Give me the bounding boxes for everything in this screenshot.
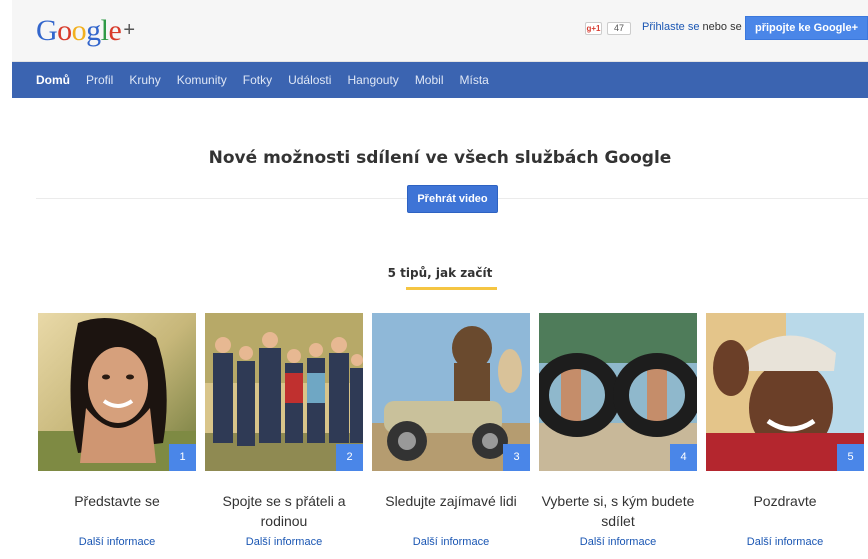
tip-card-3: 3 Sledujte zajímavé lidi Další informace — [372, 313, 530, 548]
login-link[interactable]: Přihlaste se — [642, 21, 699, 33]
plusone-widget[interactable]: g+1 47 — [585, 21, 631, 35]
inner-tubes-photo[interactable]: 4 — [539, 313, 697, 471]
tip-card-2: 2 Spojte se s přáteli a rodinou Další in… — [205, 313, 363, 548]
more-info-link[interactable]: Další informace — [38, 536, 196, 548]
tip-card-5: 5 Pozdravte Další informace — [706, 313, 864, 548]
tip-title: Sledujte zajímavé lidi — [385, 493, 517, 509]
mascots-on-motorcycle-photo[interactable]: 3 — [372, 313, 530, 471]
tip-number-badge: 4 — [670, 444, 697, 471]
tip-title: Vyberte si, s kým budete sdílet — [541, 493, 695, 529]
group-of-friends-photo[interactable]: 2 — [205, 313, 363, 471]
more-info-link[interactable]: Další informace — [706, 536, 864, 548]
tip-number-badge: 1 — [169, 444, 196, 471]
tip-number-badge: 2 — [336, 444, 363, 471]
tip-title: Pozdravte — [753, 493, 817, 509]
tips-heading-underline — [406, 287, 497, 290]
tip-number-badge: 5 — [837, 444, 864, 471]
nav-item-events[interactable]: Události — [288, 73, 331, 87]
nav-item-communities[interactable]: Komunity — [177, 73, 227, 87]
nav-item-profile[interactable]: Profil — [86, 73, 113, 87]
login-prompt: Přihlaste se nebo se — [642, 21, 742, 33]
join-google-plus-button[interactable]: připojte ke Google+ — [745, 16, 868, 40]
nav-item-photos[interactable]: Fotky — [243, 73, 272, 87]
nav-item-places[interactable]: Místa — [460, 73, 489, 87]
tip-card-1: 1 Představte se Další informace — [38, 313, 196, 548]
tip-number-badge: 3 — [503, 444, 530, 471]
nav-item-home[interactable]: Domů — [36, 73, 70, 87]
more-info-link[interactable]: Další informace — [372, 536, 530, 548]
tip-title: Představte se — [74, 493, 160, 509]
plusone-count: 47 — [607, 21, 631, 35]
google-plus-logo[interactable]: Google + — [36, 14, 135, 48]
tip-title: Spojte se s přáteli a rodinou — [222, 493, 346, 529]
nav-item-hangouts[interactable]: Hangouty — [347, 73, 398, 87]
main-nav: Domů Profil Kruhy Komunity Fotky Událost… — [12, 62, 868, 98]
more-info-link[interactable]: Další informace — [539, 536, 697, 548]
smiling-woman-photo[interactable]: 1 — [38, 313, 196, 471]
tip-card-4: 4 Vyberte si, s kým budete sdílet Další … — [539, 313, 697, 548]
nav-item-mobile[interactable]: Mobil — [415, 73, 444, 87]
plusone-button[interactable]: g+1 — [585, 21, 602, 35]
nav-item-circles[interactable]: Kruhy — [129, 73, 160, 87]
waving-man-photo[interactable]: 5 — [706, 313, 864, 471]
login-or-text: nebo se — [702, 21, 742, 33]
play-video-button[interactable]: Přehrát video — [407, 185, 498, 213]
more-info-link[interactable]: Další informace — [205, 536, 363, 548]
hero-title: Nové možnosti sdílení ve všech službách … — [208, 148, 672, 168]
tips-heading: 5 tipů, jak začít — [387, 266, 493, 280]
